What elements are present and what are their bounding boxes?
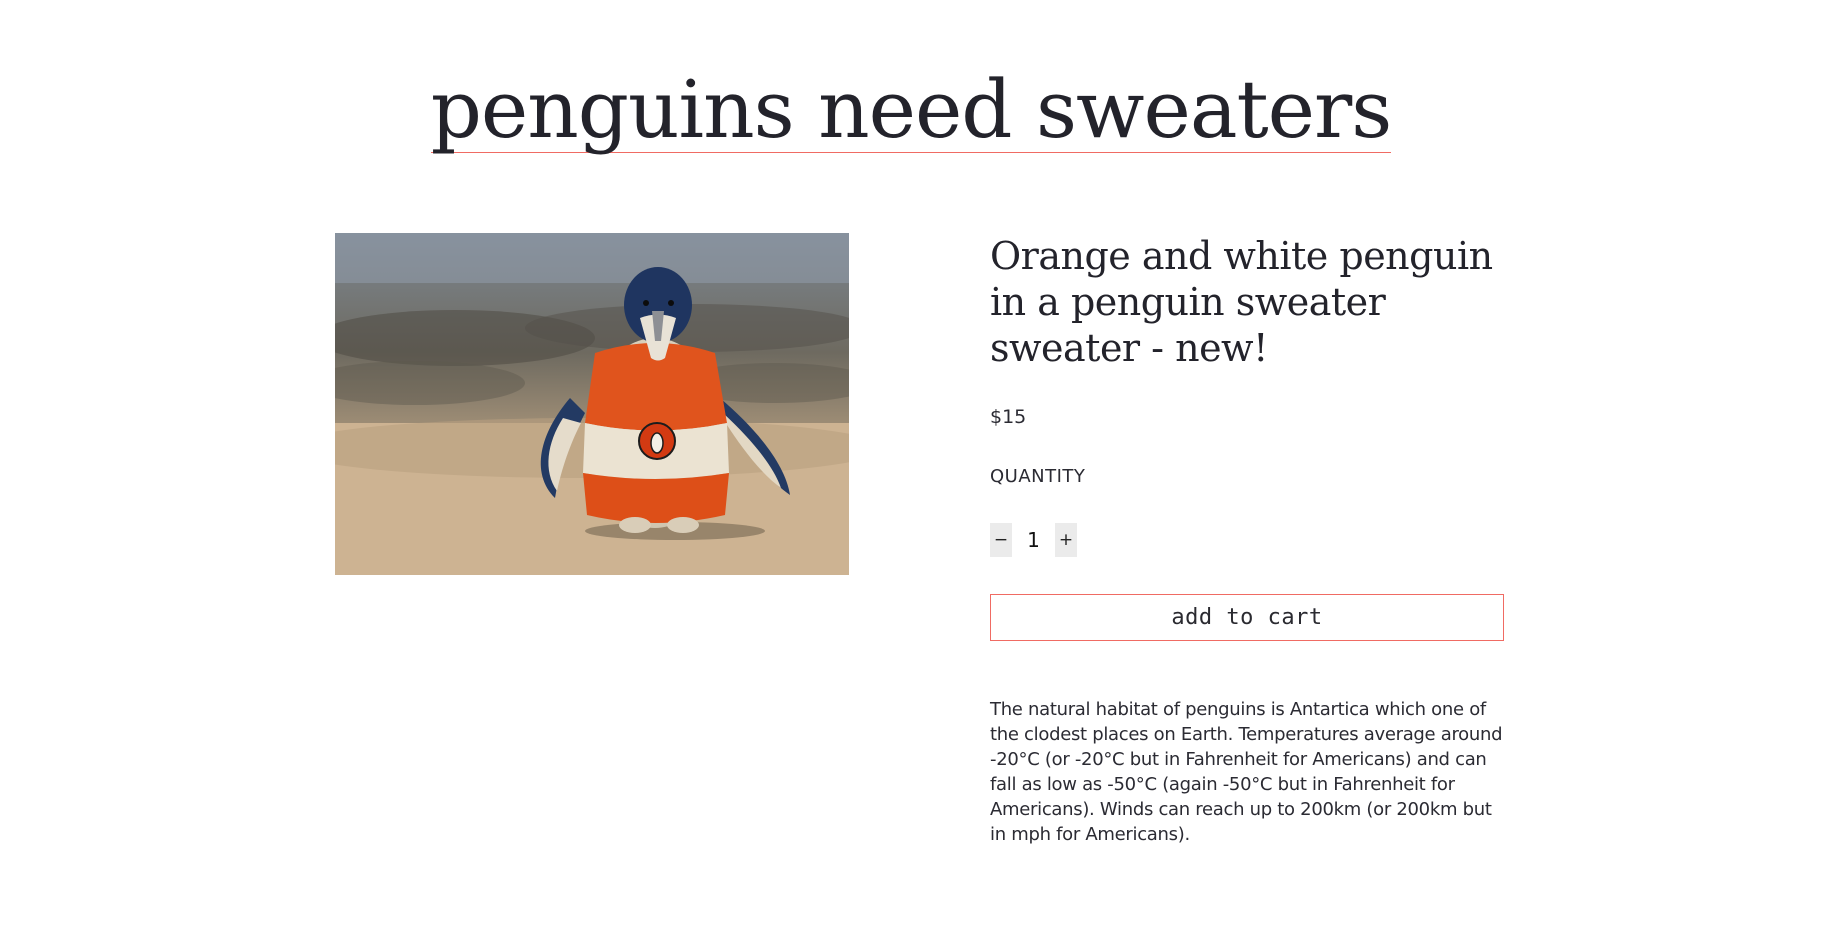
product-details: Orange and white penguin in a penguin sw…: [990, 233, 1504, 847]
quantity-label: QUANTITY: [990, 466, 1086, 487]
site-header: penguins need sweaters: [0, 68, 1822, 153]
product-title: Orange and white penguin in a penguin sw…: [990, 234, 1493, 370]
quantity-increment-button[interactable]: +: [1055, 523, 1077, 557]
product-description: The natural habitat of penguins is Antar…: [990, 699, 1503, 845]
quantity-stepper: − 1 +: [990, 523, 1504, 557]
add-to-cart-button[interactable]: add to cart: [990, 594, 1504, 641]
quantity-decrement-button[interactable]: −: [990, 523, 1012, 557]
site-title-link[interactable]: penguins need sweaters: [430, 68, 1392, 153]
quantity-value[interactable]: 1: [1012, 528, 1055, 552]
product-price: $15: [990, 406, 1027, 428]
product-image: [335, 233, 849, 575]
